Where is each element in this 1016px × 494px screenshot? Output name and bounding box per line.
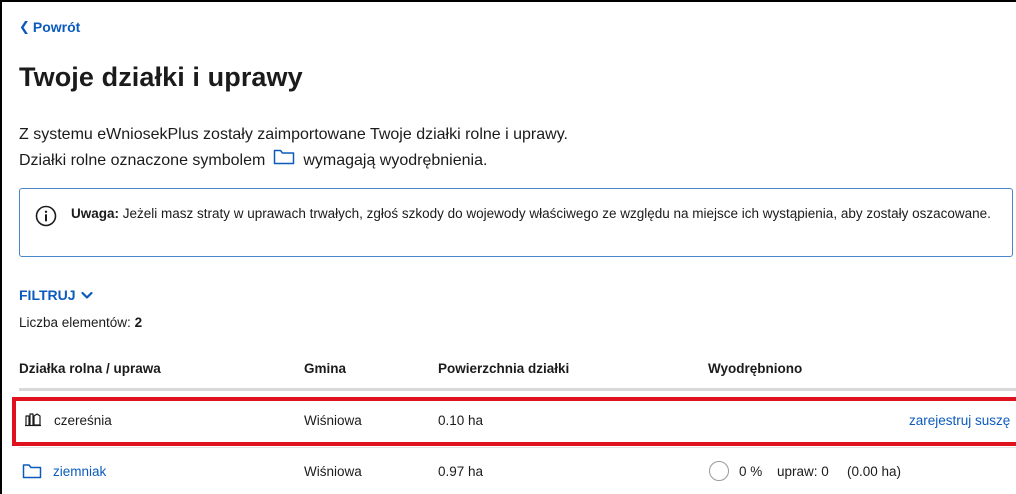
- row-percent: 0 %: [739, 464, 763, 479]
- chevron-down-icon: [80, 287, 93, 303]
- table-header-rule: [19, 388, 1016, 391]
- chevron-left-icon: ❮: [19, 19, 30, 34]
- col-header-parcel[interactable]: Działka rolna / uprawa: [19, 361, 161, 376]
- col-header-gmina[interactable]: Gmina: [304, 361, 346, 376]
- row-parcel-name: czereśnia: [54, 413, 112, 428]
- back-link[interactable]: ❮ Powrót: [19, 19, 80, 35]
- row-gmina: Wiśniowa: [304, 413, 362, 428]
- filter-toggle[interactable]: FILTRUJ: [19, 287, 93, 303]
- alert-body: Jeżeli masz straty w uprawach trwałych, …: [119, 206, 991, 221]
- alert-label: Uwaga:: [71, 206, 120, 221]
- items-count: Liczba elementów: 2: [19, 315, 142, 330]
- items-count-label: Liczba elementów:: [19, 315, 131, 330]
- folder-icon: [273, 148, 295, 174]
- filter-label: FILTRUJ: [19, 287, 76, 303]
- alert-text: Uwaga: Jeżeli masz straty w uprawach trw…: [71, 203, 992, 224]
- intro-line-2-after: wymagają wyodrębnienia.: [303, 152, 488, 169]
- back-link-label: Powrót: [32, 19, 81, 35]
- col-header-area[interactable]: Powierzchnia działki: [438, 361, 569, 376]
- intro-line-1: Z systemu eWniosekPlus zostały zaimporto…: [19, 126, 568, 143]
- row-gmina: Wiśniowa: [304, 464, 362, 479]
- row-crops-count: upraw: 0: [777, 464, 829, 479]
- warning-alert: Uwaga: Jeżeli masz straty w uprawach trw…: [19, 188, 1013, 257]
- progress-ring: [709, 461, 729, 481]
- row-highlight-box: [12, 397, 1016, 446]
- row-area: 0.97 ha: [438, 464, 484, 479]
- items-count-value: 2: [134, 315, 143, 330]
- page-title: Twoje działki i uprawy: [19, 62, 303, 92]
- intro-text: Z systemu eWniosekPlus zostały zaimporto…: [19, 122, 568, 174]
- col-header-extracted[interactable]: Wyodrębniono: [708, 361, 802, 376]
- intro-line-2: Działki rolne oznaczone symbolem wymagaj…: [19, 148, 568, 174]
- register-drought-link[interactable]: zarejestruj suszę: [909, 413, 1010, 428]
- intro-line-2-before: Działki rolne oznaczone symbolem: [19, 152, 266, 169]
- crop-icon: [24, 411, 42, 430]
- row-area: 0.10 ha: [438, 413, 484, 428]
- row-parcel-link[interactable]: ziemniak: [53, 464, 106, 479]
- folder-icon: [22, 463, 42, 482]
- row-crops-area: (0.00 ha): [847, 464, 902, 479]
- info-icon: [35, 205, 57, 232]
- row-divider: [19, 447, 1016, 448]
